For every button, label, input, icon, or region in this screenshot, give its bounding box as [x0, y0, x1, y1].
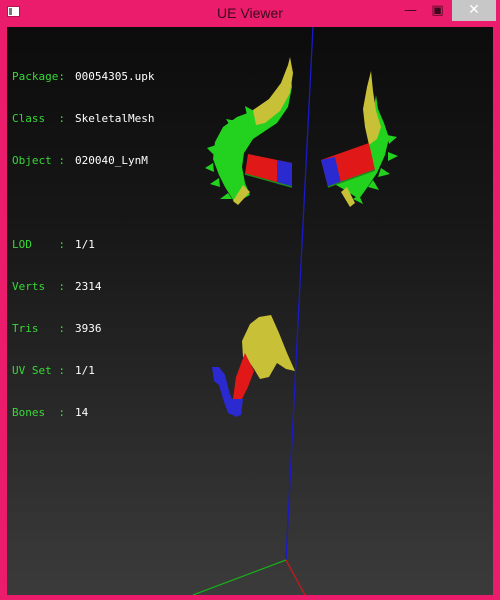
- uvset-value: 1/1: [75, 364, 95, 377]
- lod-label: LOD :: [12, 238, 65, 251]
- minimize-button[interactable]: —: [397, 0, 424, 21]
- title-bar[interactable]: UE Viewer — ▣ ✕: [0, 0, 500, 27]
- info-row-uvset: UV Set : 1/1: [12, 364, 154, 378]
- lower-mesh-piece: [212, 315, 295, 417]
- verts-label: Verts :: [12, 280, 65, 293]
- package-value: 00054305.upk: [75, 70, 155, 83]
- object-label: Object :: [12, 154, 65, 167]
- info-row-class: Class : SkeletalMesh: [12, 112, 154, 126]
- tris-value: 3936: [75, 322, 102, 335]
- tris-label: Tris :: [12, 322, 65, 335]
- app-window: UE Viewer — ▣ ✕ Package: 00054305.upk Cl…: [0, 0, 500, 600]
- bones-label: Bones :: [12, 406, 65, 419]
- bones-value: 14: [75, 406, 89, 419]
- info-row-verts: Verts : 2314: [12, 280, 154, 294]
- uvset-label: UV Set :: [12, 364, 65, 377]
- info-row-object: Object : 020040_LynM: [12, 154, 154, 168]
- info-row-bones: Bones : 14: [12, 406, 154, 420]
- 3d-viewport[interactable]: Package: 00054305.upk Class : SkeletalMesh…: [7, 27, 493, 595]
- object-value: 020040_LynM: [75, 154, 148, 167]
- close-button[interactable]: ✕: [452, 0, 496, 21]
- maximize-button[interactable]: ▣: [424, 0, 451, 21]
- mesh-info-panel: Package: 00054305.upk Class : SkeletalMesh…: [12, 42, 154, 448]
- info-row-package: Package: 00054305.upk: [12, 70, 154, 84]
- lod-value: 1/1: [75, 238, 95, 251]
- left-horn-mesh: [205, 57, 293, 205]
- info-row-lod: LOD : 1/1: [12, 238, 154, 252]
- class-value: SkeletalMesh: [75, 112, 155, 125]
- z-axis-line: [285, 27, 314, 561]
- package-label: Package:: [12, 70, 65, 83]
- class-label: Class :: [12, 112, 65, 125]
- y-axis-line: [192, 559, 287, 595]
- verts-value: 2314: [75, 280, 102, 293]
- info-row-tris: Tris : 3936: [12, 322, 154, 336]
- right-horn-mesh: [321, 71, 398, 207]
- x-axis-line: [285, 559, 306, 595]
